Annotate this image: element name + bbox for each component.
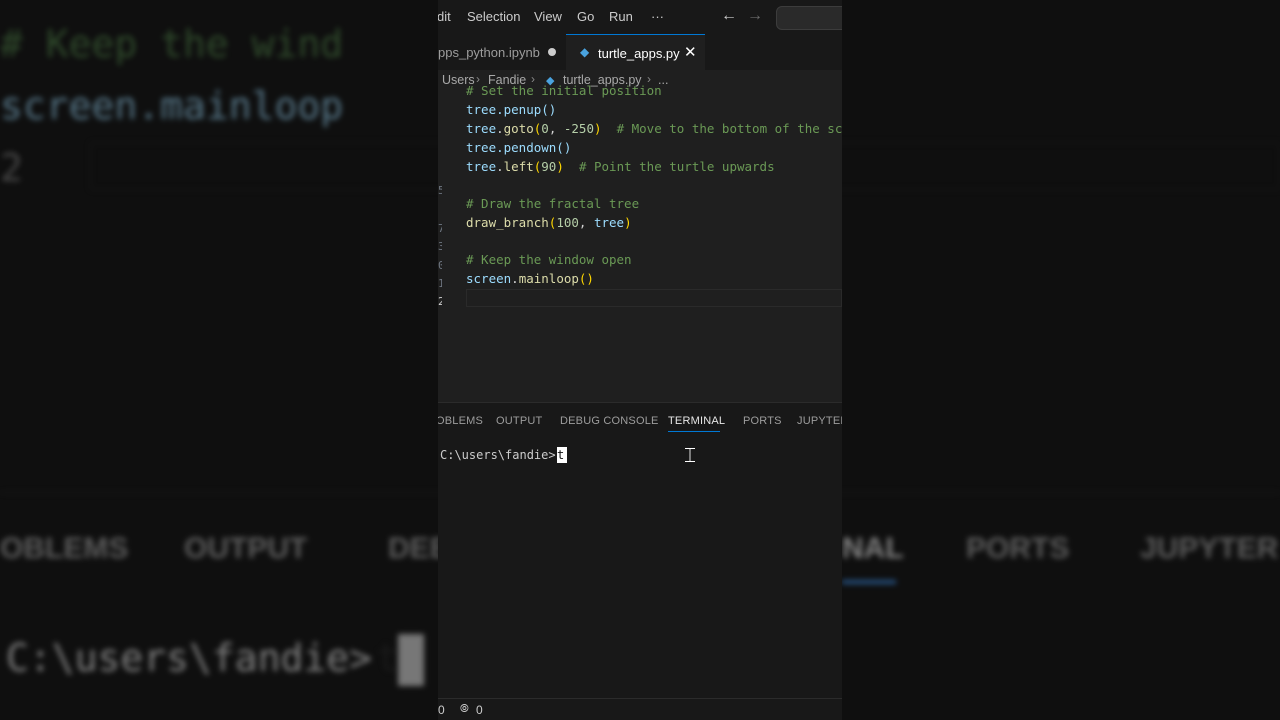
- modified-dot-icon[interactable]: [548, 48, 556, 56]
- command-center-search[interactable]: [776, 6, 842, 30]
- broadcast-icon[interactable]: ⦾: [460, 703, 469, 716]
- arrow-left-icon[interactable]: ←: [721, 7, 737, 25]
- current-line-highlight: [466, 289, 842, 307]
- bg-line-number: 2: [0, 146, 23, 190]
- tab-ports[interactable]: PORTS: [743, 415, 782, 427]
- python-file-icon: ◆: [580, 45, 590, 59]
- tab-notebook[interactable]: pps_python.ipynb: [438, 34, 566, 70]
- bg-terminal-prompt: C:\users\fandie>: [6, 636, 373, 680]
- tab-notebook-label: pps_python.ipynb: [438, 45, 540, 60]
- bg-terminal-cursor: [398, 634, 424, 686]
- terminal-prompt[interactable]: C:\users\fandie>: [440, 448, 556, 462]
- bg-tab-jupyter: JUPYTER: [1140, 532, 1279, 565]
- tab-jupyter[interactable]: JUPYTER: [797, 415, 842, 427]
- ports-count[interactable]: 0: [476, 703, 483, 717]
- line-number: 5: [438, 184, 442, 197]
- errors-count[interactable]: 0: [438, 703, 445, 717]
- line-number: 2: [438, 295, 442, 308]
- bottom-panel: OBLEMS OUTPUT DEBUG CONSOLE TERMINAL POR…: [438, 402, 842, 699]
- vscode-window: dit Selection View Go Run ··· ← → pps_py…: [438, 0, 842, 720]
- tab-terminal[interactable]: TERMINAL: [668, 415, 725, 427]
- bg-tab-terminal: NAL: [842, 532, 904, 565]
- line-number: 3: [438, 240, 442, 253]
- arrow-right-icon[interactable]: →: [747, 7, 763, 25]
- code-line: # Draw the fractal tree: [466, 196, 640, 211]
- line-number: 0: [438, 259, 442, 272]
- tab-debug-console[interactable]: DEBUG CONSOLE: [560, 415, 659, 427]
- line-number: 7: [438, 222, 442, 235]
- mouse-ibeam-icon: ⌶: [684, 443, 696, 467]
- menu-edit[interactable]: dit: [438, 9, 451, 24]
- code-editor[interactable]: 5 7 3 0 1 2 # Set the initial position t…: [438, 83, 842, 402]
- menu-selection[interactable]: Selection: [467, 9, 520, 24]
- line-number: 1: [438, 277, 442, 290]
- tab-output[interactable]: OUTPUT: [496, 415, 542, 427]
- status-bar: 0 ⦾ 0: [438, 698, 842, 720]
- menu-bar: dit Selection View Go Run ··· ← →: [438, 0, 842, 34]
- bg-tab-ports: PORTS: [966, 532, 1070, 565]
- tab-turtle-apps[interactable]: ◆ turtle_apps.py ✕: [566, 34, 705, 70]
- bg-typed-char: t: [376, 636, 399, 680]
- code-line: tree.left(90) # Point the turtle upwards: [466, 159, 775, 174]
- code-line: screen.mainloop(): [466, 271, 594, 286]
- code-line: tree.pendown(): [466, 140, 572, 155]
- close-icon[interactable]: ✕: [684, 43, 697, 61]
- code-line: # Keep the window open: [466, 252, 632, 267]
- bg-tab-output: OUTPUT: [184, 532, 308, 565]
- bg-tab-problems: OBLEMS: [0, 532, 129, 565]
- menu-view[interactable]: View: [534, 9, 562, 24]
- code-line: # Set the initial position: [466, 83, 662, 98]
- active-tab-indicator: [668, 431, 720, 432]
- editor-tab-bar: pps_python.ipynb ◆ turtle_apps.py ✕: [438, 34, 842, 71]
- menu-more[interactable]: ···: [651, 9, 664, 24]
- bg-tab-underline: [842, 580, 896, 584]
- code-line: tree.penup(): [466, 102, 557, 117]
- tab-turtle-apps-label: turtle_apps.py: [598, 46, 680, 61]
- bg-code-mainloop: screen.mainloop: [0, 84, 344, 128]
- tab-problems[interactable]: OBLEMS: [438, 415, 483, 427]
- code-line: tree.goto(0, -250) # Move to the bottom …: [466, 121, 842, 136]
- bg-code-comment: # Keep the wind: [0, 22, 344, 66]
- code-line: draw_branch(100, tree): [466, 215, 632, 230]
- menu-run[interactable]: Run: [609, 9, 633, 24]
- menu-go[interactable]: Go: [577, 9, 594, 24]
- terminal-typed-input[interactable]: t: [557, 448, 564, 462]
